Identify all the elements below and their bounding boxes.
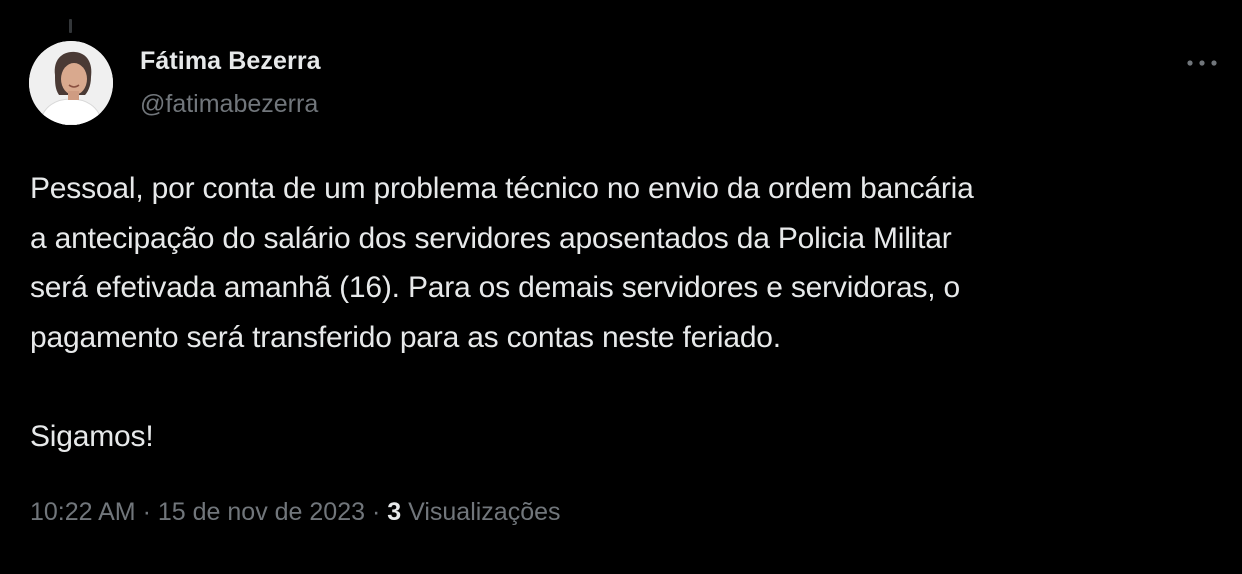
- avatar-portrait-icon: [29, 41, 113, 125]
- author-display-name[interactable]: Fátima Bezerra: [140, 47, 321, 76]
- tweet-text-line: a antecipação do salário dos servidores …: [30, 221, 952, 255]
- views-count[interactable]: 3: [387, 498, 401, 526]
- tweet-text-line: pagamento será transferido para as conta…: [30, 320, 781, 354]
- tweet-metadata: 10:22 AM · 15 de nov de 2023 · 3 Visuali…: [30, 498, 561, 527]
- more-options-button[interactable]: [1180, 48, 1224, 78]
- tweet-closing-line: Sigamos!: [30, 419, 154, 453]
- views-label[interactable]: Visualizações: [408, 498, 560, 526]
- tweet-time[interactable]: 10:22 AM: [30, 498, 136, 526]
- tweet-text-line: Pessoal, por conta de um problema técnic…: [30, 172, 974, 205]
- author-handle[interactable]: @fatimabezerra: [140, 90, 318, 119]
- tweet-date[interactable]: 15 de nov de 2023: [158, 498, 365, 526]
- meta-separator: ·: [371, 498, 381, 526]
- thread-connector-line: [69, 19, 72, 33]
- tweet-text-line: será efetivada amanhã (16). Para os dema…: [30, 271, 960, 304]
- tweet-text: Pessoal, por conta de um problema técnic…: [30, 164, 1220, 461]
- more-horizontal-icon: [1187, 60, 1217, 66]
- avatar[interactable]: [29, 41, 113, 125]
- meta-separator: ·: [142, 498, 151, 526]
